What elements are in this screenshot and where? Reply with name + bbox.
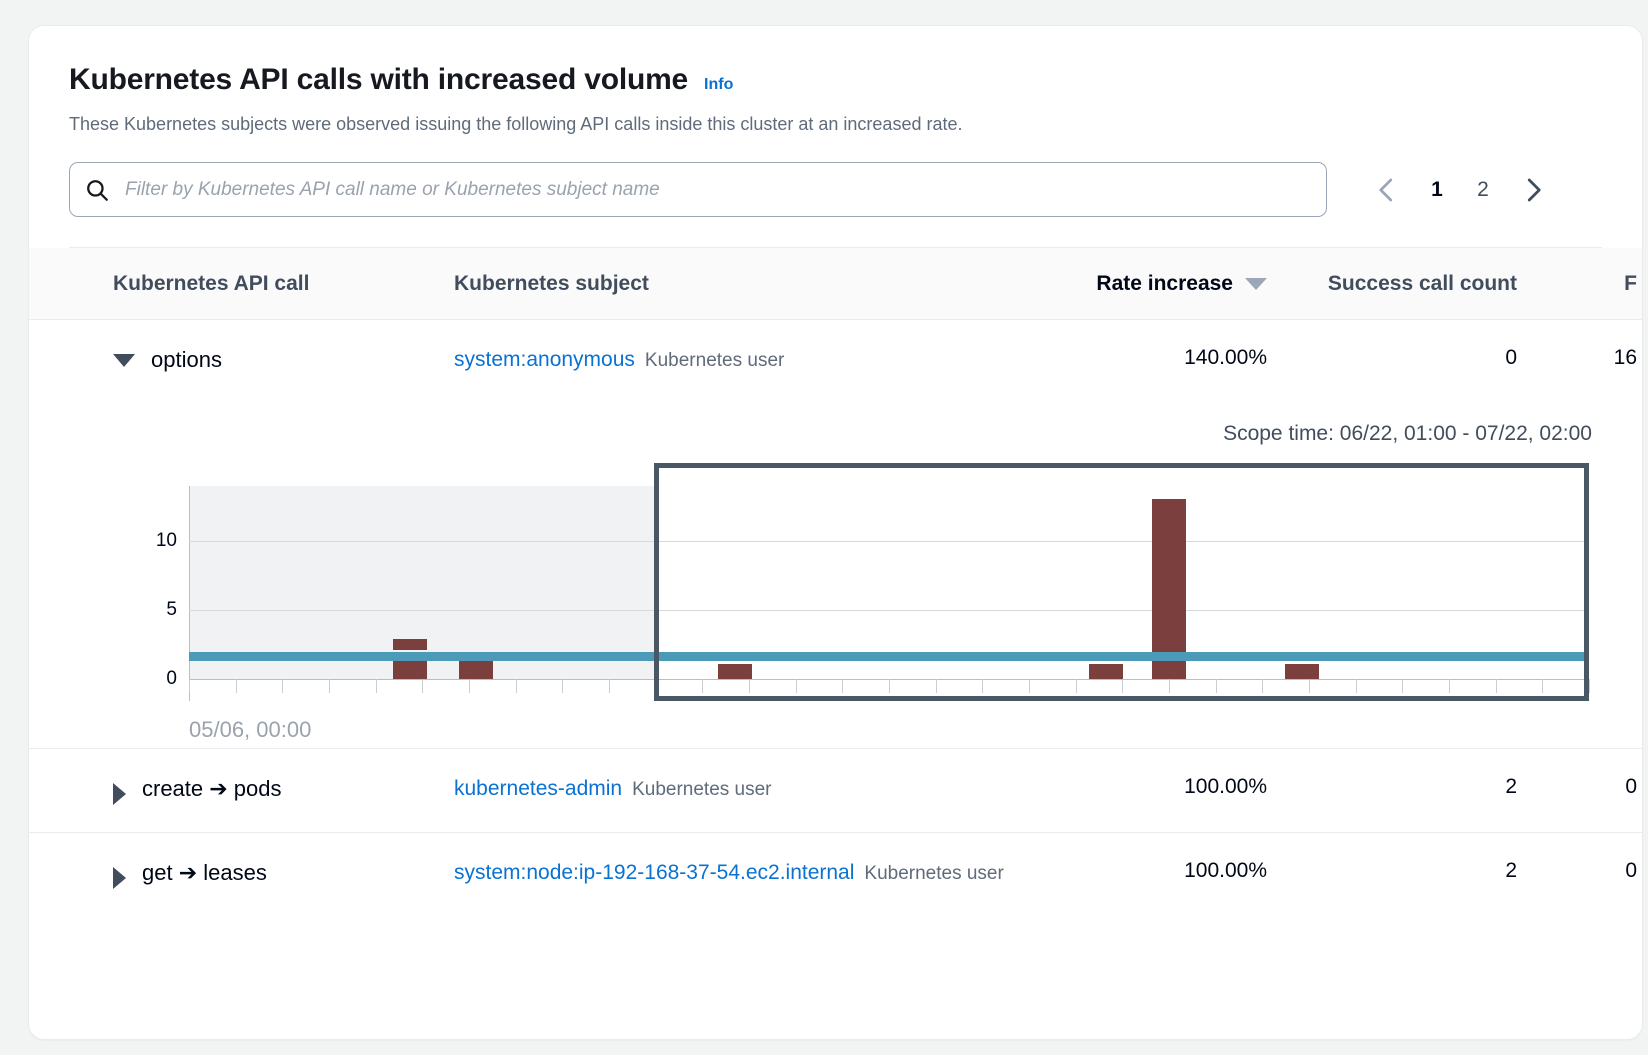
results-table: Kubernetes API call Kubernetes subject R… [29,248,1642,917]
row-rate-increase: 100.00% [1184,859,1267,883]
title-row: Kubernetes API calls with increased volu… [69,62,1602,98]
row-subject-cell: system:anonymous Kubernetes user [454,346,1029,374]
table-row[interactable]: get ➔ leases system:node:ip-192-168-37-5… [29,833,1642,917]
page-title: Kubernetes API calls with increased volu… [69,63,689,96]
column-header-fail-call-count[interactable]: F [1517,272,1637,296]
kubernetes-api-calls-card: Kubernetes API calls with increased volu… [28,25,1643,1040]
chart-x-tick [515,679,517,694]
row-success-call-count: 2 [1505,775,1517,799]
row-fail-call-count: 0 [1625,859,1637,883]
page-1-button[interactable]: 1 [1417,170,1457,210]
filter-row: 1 2 [69,162,1602,249]
row-subject-link[interactable]: kubernetes-admin [454,777,622,800]
row-subject-kind: Kubernetes user [644,350,785,372]
row-subject-kind: Kubernetes user [864,863,1004,885]
row-rate-increase: 140.00% [1184,346,1267,370]
pagination: 1 2 [1363,166,1557,214]
chart-x-tick [329,679,330,694]
triangle-right-icon[interactable] [113,783,126,806]
chart-plot-area[interactable]: 0 5 10 [156,463,1590,702]
chart-x-tick [422,679,424,694]
row-fail-call-count: 16 [1613,346,1637,370]
info-link[interactable]: Info [704,76,733,94]
chart-x-tick [235,679,237,694]
row-subject-cell: kubernetes-admin Kubernetes user [454,775,1029,803]
chart-x-tick [375,679,377,694]
row-subject-kind: Kubernetes user [632,779,772,801]
card-description: These Kubernetes subjects were observed … [69,114,963,134]
chart-out-of-scope-shading [189,486,654,680]
chart-scope-selection[interactable] [653,463,1589,702]
search-input[interactable] [123,177,1312,202]
expanded-chart-row: Scope time: 06/22, 01:00 - 07/22, 02:00 … [29,404,1642,750]
column-header-api-call[interactable]: Kubernetes API call [69,272,454,296]
chevron-left-icon[interactable] [1363,166,1411,214]
search-box[interactable] [69,162,1327,218]
card-header: Kubernetes API calls with increased volu… [29,26,1642,249]
sort-descending-caret-icon [1245,277,1267,290]
row-api-call-cell: get ➔ leases [69,859,454,890]
chart-y-tick-label: 0 [166,668,177,690]
chart-bar[interactable] [393,638,428,651]
triangle-right-icon[interactable] [113,867,126,890]
column-header-rate-increase-label: Rate increase [1096,271,1233,295]
triangle-down-icon[interactable] [113,354,135,368]
row-api-call-label: get ➔ leases [142,860,267,886]
chart-x-tick [562,679,564,694]
chart-x-tick [189,679,190,694]
table-row[interactable]: create ➔ pods kubernetes-admin Kubernetes… [29,749,1642,834]
chart-x-axis-label: 05/06, 00:00 [189,717,312,743]
column-header-subject[interactable]: Kubernetes subject [454,272,1029,296]
api-call-volume-chart: 0 5 10 05/06, 00:00 [29,463,1642,742]
page-root: Kubernetes API calls with increased volu… [0,0,1648,1055]
row-api-call-cell: create ➔ pods [69,775,454,806]
chevron-right-icon[interactable] [1509,166,1557,214]
page-2-button[interactable]: 2 [1463,170,1503,210]
table-header-row: Kubernetes API call Kubernetes subject R… [29,248,1642,321]
row-subject-cell: system:node:ip-192-168-37-54.ec2.interna… [454,859,1029,887]
row-api-call-cell: options [69,346,454,374]
column-header-rate-increase[interactable]: Rate increase [1029,272,1267,296]
row-fail-call-count: 0 [1625,775,1637,799]
row-success-call-count: 0 [1505,346,1517,370]
chart-y-tick-label: 5 [166,599,177,621]
row-rate-increase: 100.00% [1184,775,1267,799]
row-subject-link[interactable]: system:anonymous [454,348,635,371]
chart-x-tick [469,679,470,694]
chart-x-tick [282,679,284,694]
chart-y-axis-line [189,486,190,702]
chart-x-tick [1589,679,1590,694]
scope-time-label: Scope time: 06/22, 01:00 - 07/22, 02:00 [1223,422,1592,446]
row-api-call-label: options [151,347,222,373]
search-icon [84,177,110,203]
table-row[interactable]: options system:anonymous Kubernetes user … [29,320,1642,404]
chart-y-tick-label: 10 [155,530,177,552]
column-header-success-call-count[interactable]: Success call count [1267,272,1517,296]
chart-x-tick [609,679,610,694]
row-success-call-count: 2 [1505,859,1517,883]
row-subject-link[interactable]: system:node:ip-192-168-37-54.ec2.interna… [454,861,854,884]
row-api-call-label: create ➔ pods [142,776,282,802]
